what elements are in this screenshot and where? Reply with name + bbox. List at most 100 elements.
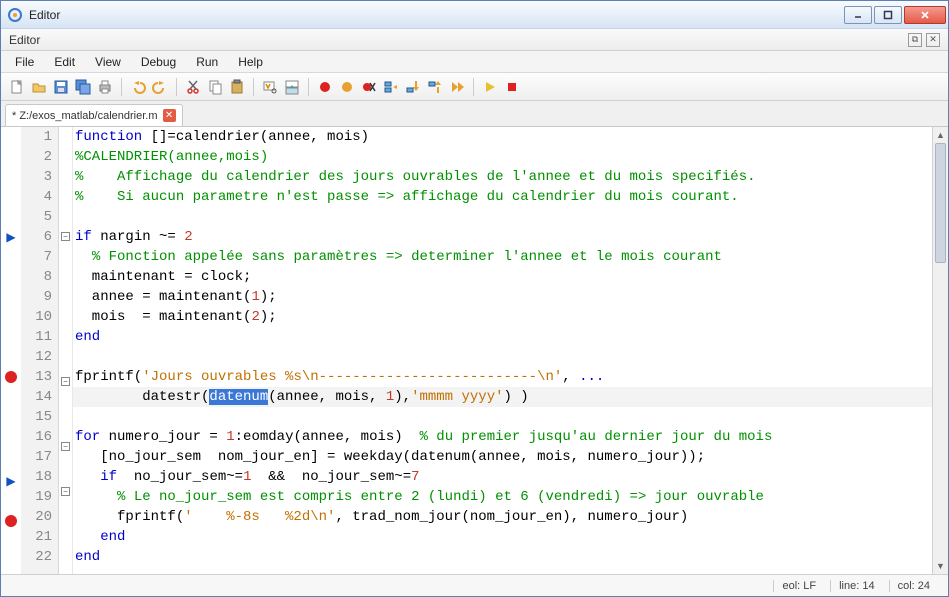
line-number: 15 xyxy=(21,407,52,427)
breakpoint-clear-icon[interactable] xyxy=(359,77,379,97)
scroll-up-icon[interactable]: ▲ xyxy=(933,127,948,143)
minimize-button[interactable] xyxy=(844,6,872,24)
menu-edit[interactable]: Edit xyxy=(46,53,83,71)
replace-icon[interactable] xyxy=(282,77,302,97)
window-titlebar[interactable]: Editor xyxy=(1,1,948,29)
code-line[interactable] xyxy=(73,347,932,367)
editor-window: Editor Editor ⧉ ✕ File Edit View Debug R… xyxy=(0,0,949,597)
step-in-icon[interactable] xyxy=(403,77,423,97)
line-number: 11 xyxy=(21,327,52,347)
save-icon[interactable] xyxy=(51,77,71,97)
close-button[interactable] xyxy=(904,6,946,24)
line-number: 18 xyxy=(21,467,52,487)
breakpoint-cond-icon[interactable] xyxy=(337,77,357,97)
code-line[interactable]: maintenant = clock; xyxy=(73,267,932,287)
code-line[interactable]: % Si aucun parametre n'est passe => affi… xyxy=(73,187,932,207)
breakpoint-toggle-icon[interactable] xyxy=(315,77,335,97)
step-icon[interactable] xyxy=(381,77,401,97)
code-line[interactable]: if no_jour_sem~=1 && no_jour_sem~=7 xyxy=(73,467,932,487)
line-number: 17 xyxy=(21,447,52,467)
code-line[interactable]: for numero_jour = 1:eomday(annee, mois) … xyxy=(73,427,932,447)
line-number: 2 xyxy=(21,147,52,167)
line-number: 12 xyxy=(21,347,52,367)
scroll-down-icon[interactable]: ▼ xyxy=(933,558,948,574)
vertical-scrollbar[interactable]: ▲ ▼ xyxy=(932,127,948,574)
undock-icon[interactable]: ⧉ xyxy=(908,33,922,47)
fold-toggle-icon[interactable]: − xyxy=(61,442,70,451)
copy-icon[interactable] xyxy=(205,77,225,97)
code-line[interactable] xyxy=(73,207,932,227)
line-number: 3 xyxy=(21,167,52,187)
save-all-icon[interactable] xyxy=(73,77,93,97)
line-number: 7 xyxy=(21,247,52,267)
separator xyxy=(308,78,309,96)
menu-debug[interactable]: Debug xyxy=(133,53,184,71)
open-file-icon[interactable] xyxy=(29,77,49,97)
current-line-arrow-icon: ▶ xyxy=(1,227,21,247)
code-line[interactable]: fprintf('Jours ouvrables %s\n-----------… xyxy=(73,367,932,387)
menu-file[interactable]: File xyxy=(7,53,42,71)
line-number: 19 xyxy=(21,487,52,507)
app-icon xyxy=(7,7,23,23)
line-number: 1 xyxy=(21,127,52,147)
menu-help[interactable]: Help xyxy=(230,53,271,71)
code-line[interactable] xyxy=(73,407,932,427)
code-line[interactable]: % Le no_jour_sem est compris entre 2 (lu… xyxy=(73,487,932,507)
status-bar: eol: LF line: 14 col: 24 xyxy=(1,574,948,596)
line-number: 4 xyxy=(21,187,52,207)
menubar: File Edit View Debug Run Help xyxy=(1,51,948,73)
stop-icon[interactable] xyxy=(502,77,522,97)
menu-view[interactable]: View xyxy=(87,53,129,71)
line-number: 16 xyxy=(21,427,52,447)
window-buttons xyxy=(844,6,946,24)
separator xyxy=(253,78,254,96)
line-number: 13 xyxy=(21,367,52,387)
paste-icon[interactable] xyxy=(227,77,247,97)
menu-run[interactable]: Run xyxy=(188,53,226,71)
code-line[interactable]: end xyxy=(73,327,932,347)
code-line[interactable]: if nargin ~= 2 xyxy=(73,227,932,247)
code-line[interactable]: datestr(datenum(annee, mois, 1),'mmmm yy… xyxy=(73,387,932,407)
code-line[interactable]: %CALENDRIER(annee,mois) xyxy=(73,147,932,167)
maximize-button[interactable] xyxy=(874,6,902,24)
tab-close-icon[interactable]: ✕ xyxy=(163,109,176,122)
find-icon[interactable] xyxy=(260,77,280,97)
breakpoint-icon[interactable] xyxy=(5,371,17,383)
code-line[interactable]: % Affichage du calendrier des jours ouvr… xyxy=(73,167,932,187)
status-eol: eol: LF xyxy=(773,580,824,592)
line-number: 21 xyxy=(21,527,52,547)
separator xyxy=(176,78,177,96)
line-number: 9 xyxy=(21,287,52,307)
code-line[interactable]: end xyxy=(73,547,932,567)
print-icon[interactable] xyxy=(95,77,115,97)
code-line[interactable]: end xyxy=(73,527,932,547)
code-line[interactable]: % Fonction appelée sans paramètres => de… xyxy=(73,247,932,267)
code-line[interactable]: function []=calendrier(annee, mois) xyxy=(73,127,932,147)
fold-gutter[interactable]: − − − − xyxy=(59,127,73,574)
status-col: col: 24 xyxy=(889,580,938,592)
fold-toggle-icon[interactable]: − xyxy=(61,487,70,496)
fold-toggle-icon[interactable]: − xyxy=(61,377,70,386)
run-icon[interactable] xyxy=(480,77,500,97)
code-line[interactable]: [no_jour_sem nom_jour_en] = weekday(date… xyxy=(73,447,932,467)
separator xyxy=(473,78,474,96)
code-line[interactable]: fprintf(' %-8s %2d\n', trad_nom_jour(nom… xyxy=(73,507,932,527)
breakpoint-icon[interactable] xyxy=(5,515,17,527)
line-number: 5 xyxy=(21,207,52,227)
line-number-gutter: 12345678910111213141516171819202122 xyxy=(21,127,59,574)
breakpoint-gutter[interactable]: ▶▶ xyxy=(1,127,21,574)
cut-icon[interactable] xyxy=(183,77,203,97)
redo-icon[interactable] xyxy=(150,77,170,97)
file-tab[interactable]: * Z:/exos_matlab/calendrier.m ✕ xyxy=(5,104,183,126)
fold-toggle-icon[interactable]: − xyxy=(61,232,70,241)
new-file-icon[interactable] xyxy=(7,77,27,97)
undo-icon[interactable] xyxy=(128,77,148,97)
step-out-icon[interactable] xyxy=(425,77,445,97)
code-area[interactable]: function []=calendrier(annee, mois)%CALE… xyxy=(73,127,932,574)
continue-icon[interactable] xyxy=(447,77,467,97)
code-line[interactable]: mois = maintenant(2); xyxy=(73,307,932,327)
panel-close-icon[interactable]: ✕ xyxy=(926,33,940,47)
code-line[interactable]: annee = maintenant(1); xyxy=(73,287,932,307)
scroll-thumb[interactable] xyxy=(935,143,946,263)
tab-bar: * Z:/exos_matlab/calendrier.m ✕ xyxy=(1,101,948,127)
